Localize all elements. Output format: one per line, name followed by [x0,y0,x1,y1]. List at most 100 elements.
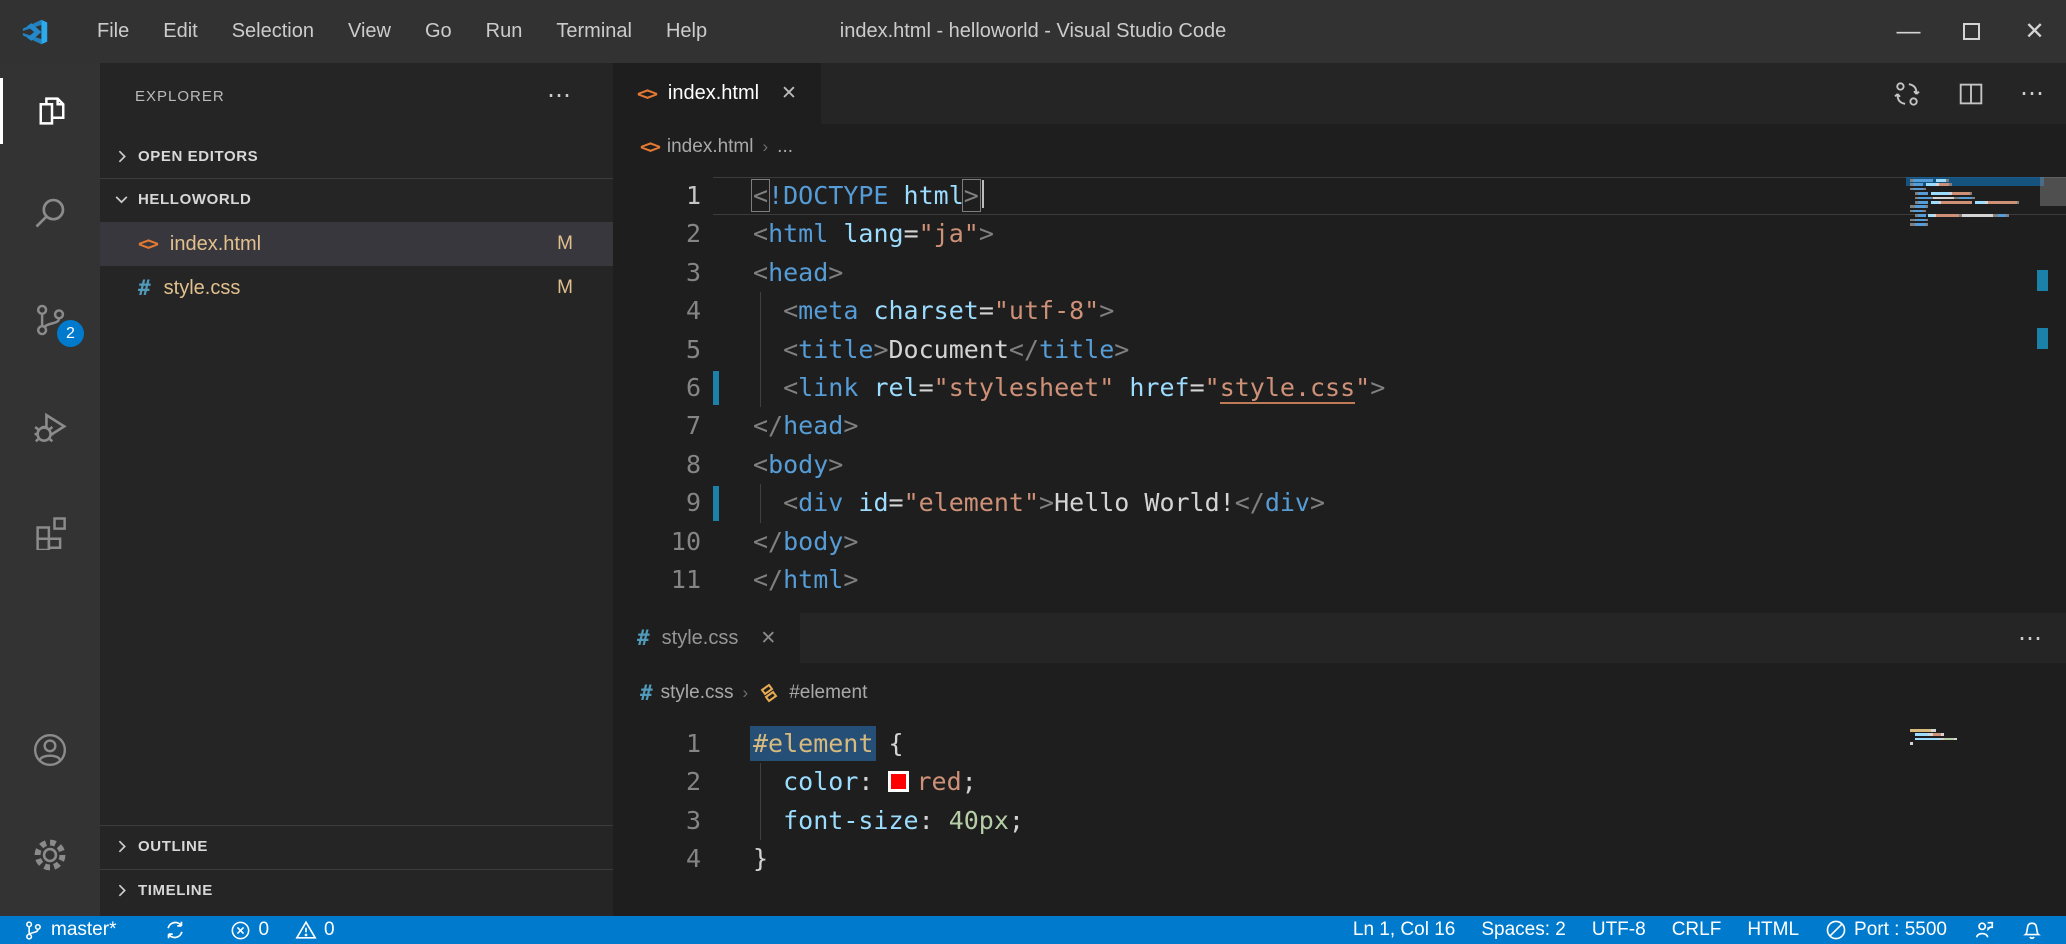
minimap-line [1910,179,2038,182]
code-line-8[interactable]: 8<body> [613,446,2066,484]
menu-edit[interactable]: Edit [146,0,214,63]
menu-terminal[interactable]: Terminal [539,0,649,63]
breadcrumb[interactable]: #style.css›#element [640,669,867,717]
status-spaces-2[interactable]: Spaces: 2 [1468,916,1579,944]
files-icon [34,93,70,129]
code-area-css[interactable]: 1#element {2 color: red;3 font-size: 40p… [613,725,2066,879]
code-line-3[interactable]: 3 font-size: 40px; [613,802,2066,840]
activity-account[interactable] [0,717,100,783]
menu-file[interactable]: File [80,0,146,63]
code-line-5[interactable]: 5 <title>Document</title> [613,331,2066,369]
code-token: "ja" [919,219,979,248]
status-port-5500[interactable]: Port : 5500 [1812,916,1960,944]
status-html[interactable]: HTML [1734,916,1812,944]
line-number[interactable]: 11 [613,561,701,599]
activity-run-debug[interactable] [0,394,100,460]
activity-extensions[interactable] [0,499,100,565]
code-line-1[interactable]: 1#element { [613,725,2066,763]
minimap-segment [1952,192,1970,195]
status-master-[interactable]: master* [10,916,129,944]
activity-source-control[interactable]: 2 [0,287,100,353]
status-0[interactable]: 0 [217,916,282,944]
error-circle-icon [230,920,251,941]
section-timeline[interactable]: TIMELINE [100,869,613,911]
breadcrumb[interactable]: <>index.html›... [640,124,793,170]
status-feedback[interactable] [1960,916,2008,944]
line-number[interactable]: 1 [613,725,701,763]
code-line-2[interactable]: 2<html lang="ja"> [613,215,2066,253]
section-outline[interactable]: OUTLINE [100,825,613,867]
minimap[interactable] [1910,179,2038,227]
menu-help[interactable]: Help [649,0,724,63]
line-number[interactable]: 9 [613,484,701,522]
status-ln-1-col-16[interactable]: Ln 1, Col 16 [1340,916,1468,944]
line-number[interactable]: 7 [613,407,701,445]
sync-icon [164,919,186,941]
minimap-segment [1939,183,1949,186]
more-actions-icon[interactable]: ⋯ [2020,79,2046,108]
status-bell[interactable] [2008,916,2056,944]
activity-explorer[interactable] [0,78,100,144]
code-line-4[interactable]: 4} [613,840,2066,878]
sidebar-more-actions[interactable]: ⋯ [547,81,571,110]
line-number[interactable]: 3 [613,254,701,292]
line-number[interactable]: 6 [613,369,701,407]
code-line-4[interactable]: 4 <meta charset="utf-8"> [613,292,2066,330]
line-number[interactable]: 1 [613,177,701,215]
menu-run[interactable]: Run [469,0,540,63]
tab-style-css[interactable]: #style.css✕ [613,613,800,663]
close-icon[interactable]: ✕ [781,82,797,105]
minimize-button[interactable]: — [1877,0,1940,63]
line-number[interactable]: 8 [613,446,701,484]
code-line-3[interactable]: 3<head> [613,254,2066,292]
activity-search[interactable] [0,180,100,246]
line-number[interactable]: 10 [613,523,701,561]
minimap[interactable] [1910,729,2038,747]
line-number[interactable]: 2 [613,763,701,801]
file-row-style.css[interactable]: #style.cssM [100,266,613,310]
menu-go[interactable]: Go [408,0,469,63]
close-button[interactable]: ✕ [2003,0,2066,63]
line-number[interactable]: 4 [613,292,701,330]
status-utf-8[interactable]: UTF-8 [1579,916,1659,944]
editor-region: <>index.html✕ ⋯ <>index.html›... 1<!DOCT… [613,63,2066,916]
status-crlf[interactable]: CRLF [1659,916,1735,944]
breadcrumb-item[interactable]: <>index.html [640,136,754,158]
code-line-1[interactable]: 1 <!DOCTYPE html> [613,177,2066,215]
split-editor-icon[interactable] [1956,79,1986,109]
status-sync[interactable] [151,916,199,944]
code-line-9[interactable]: 9 <div id="element">Hello World!</div> [613,484,2066,522]
line-number[interactable]: 3 [613,802,701,840]
breadcrumb-item[interactable]: ... [777,136,793,158]
code-token: meta [798,296,858,325]
color-swatch[interactable] [888,771,909,792]
code-area-html[interactable]: 1 <!DOCTYPE html>2<html lang="ja">3<head>… [613,177,2066,599]
tab-index-html[interactable]: <>index.html✕ [613,63,821,124]
menu-view[interactable]: View [331,0,408,63]
code-line-11[interactable]: 11 </html> [613,561,2066,599]
line-text: </html> [753,561,858,599]
section-folder[interactable]: HELLOWORLD [100,178,613,220]
code-line-2[interactable]: 2 color: red; [613,763,2066,801]
code-line-10[interactable]: 10</body> [613,523,2066,561]
code-line-6[interactable]: 6 <link rel="stylesheet" href="style.css… [613,369,2066,407]
git-modified-gutter-marker [713,371,719,405]
section-open-editors[interactable]: OPEN EDITORS [100,135,613,177]
line-number[interactable]: 5 [613,331,701,369]
menu-selection[interactable]: Selection [215,0,331,63]
breadcrumb-item[interactable]: #element [757,681,867,705]
line-text: <!DOCTYPE html> [753,177,984,215]
line-number[interactable]: 2 [613,215,701,253]
breadcrumb-item[interactable]: #style.css [640,681,734,705]
open-changes-icon[interactable] [1892,79,1922,109]
status-0[interactable]: 0 [282,916,348,944]
close-icon[interactable]: ✕ [760,627,776,650]
activity-settings[interactable] [0,822,100,888]
minimap-segment [1931,729,1936,732]
scrollbar-thumb[interactable] [2040,177,2066,206]
maximize-button[interactable] [1940,0,2003,63]
more-actions-icon[interactable]: ⋯ [2018,624,2044,653]
line-number[interactable]: 4 [613,840,701,878]
code-line-7[interactable]: 7</head> [613,407,2066,445]
file-row-index.html[interactable]: <>index.htmlM [100,222,613,266]
